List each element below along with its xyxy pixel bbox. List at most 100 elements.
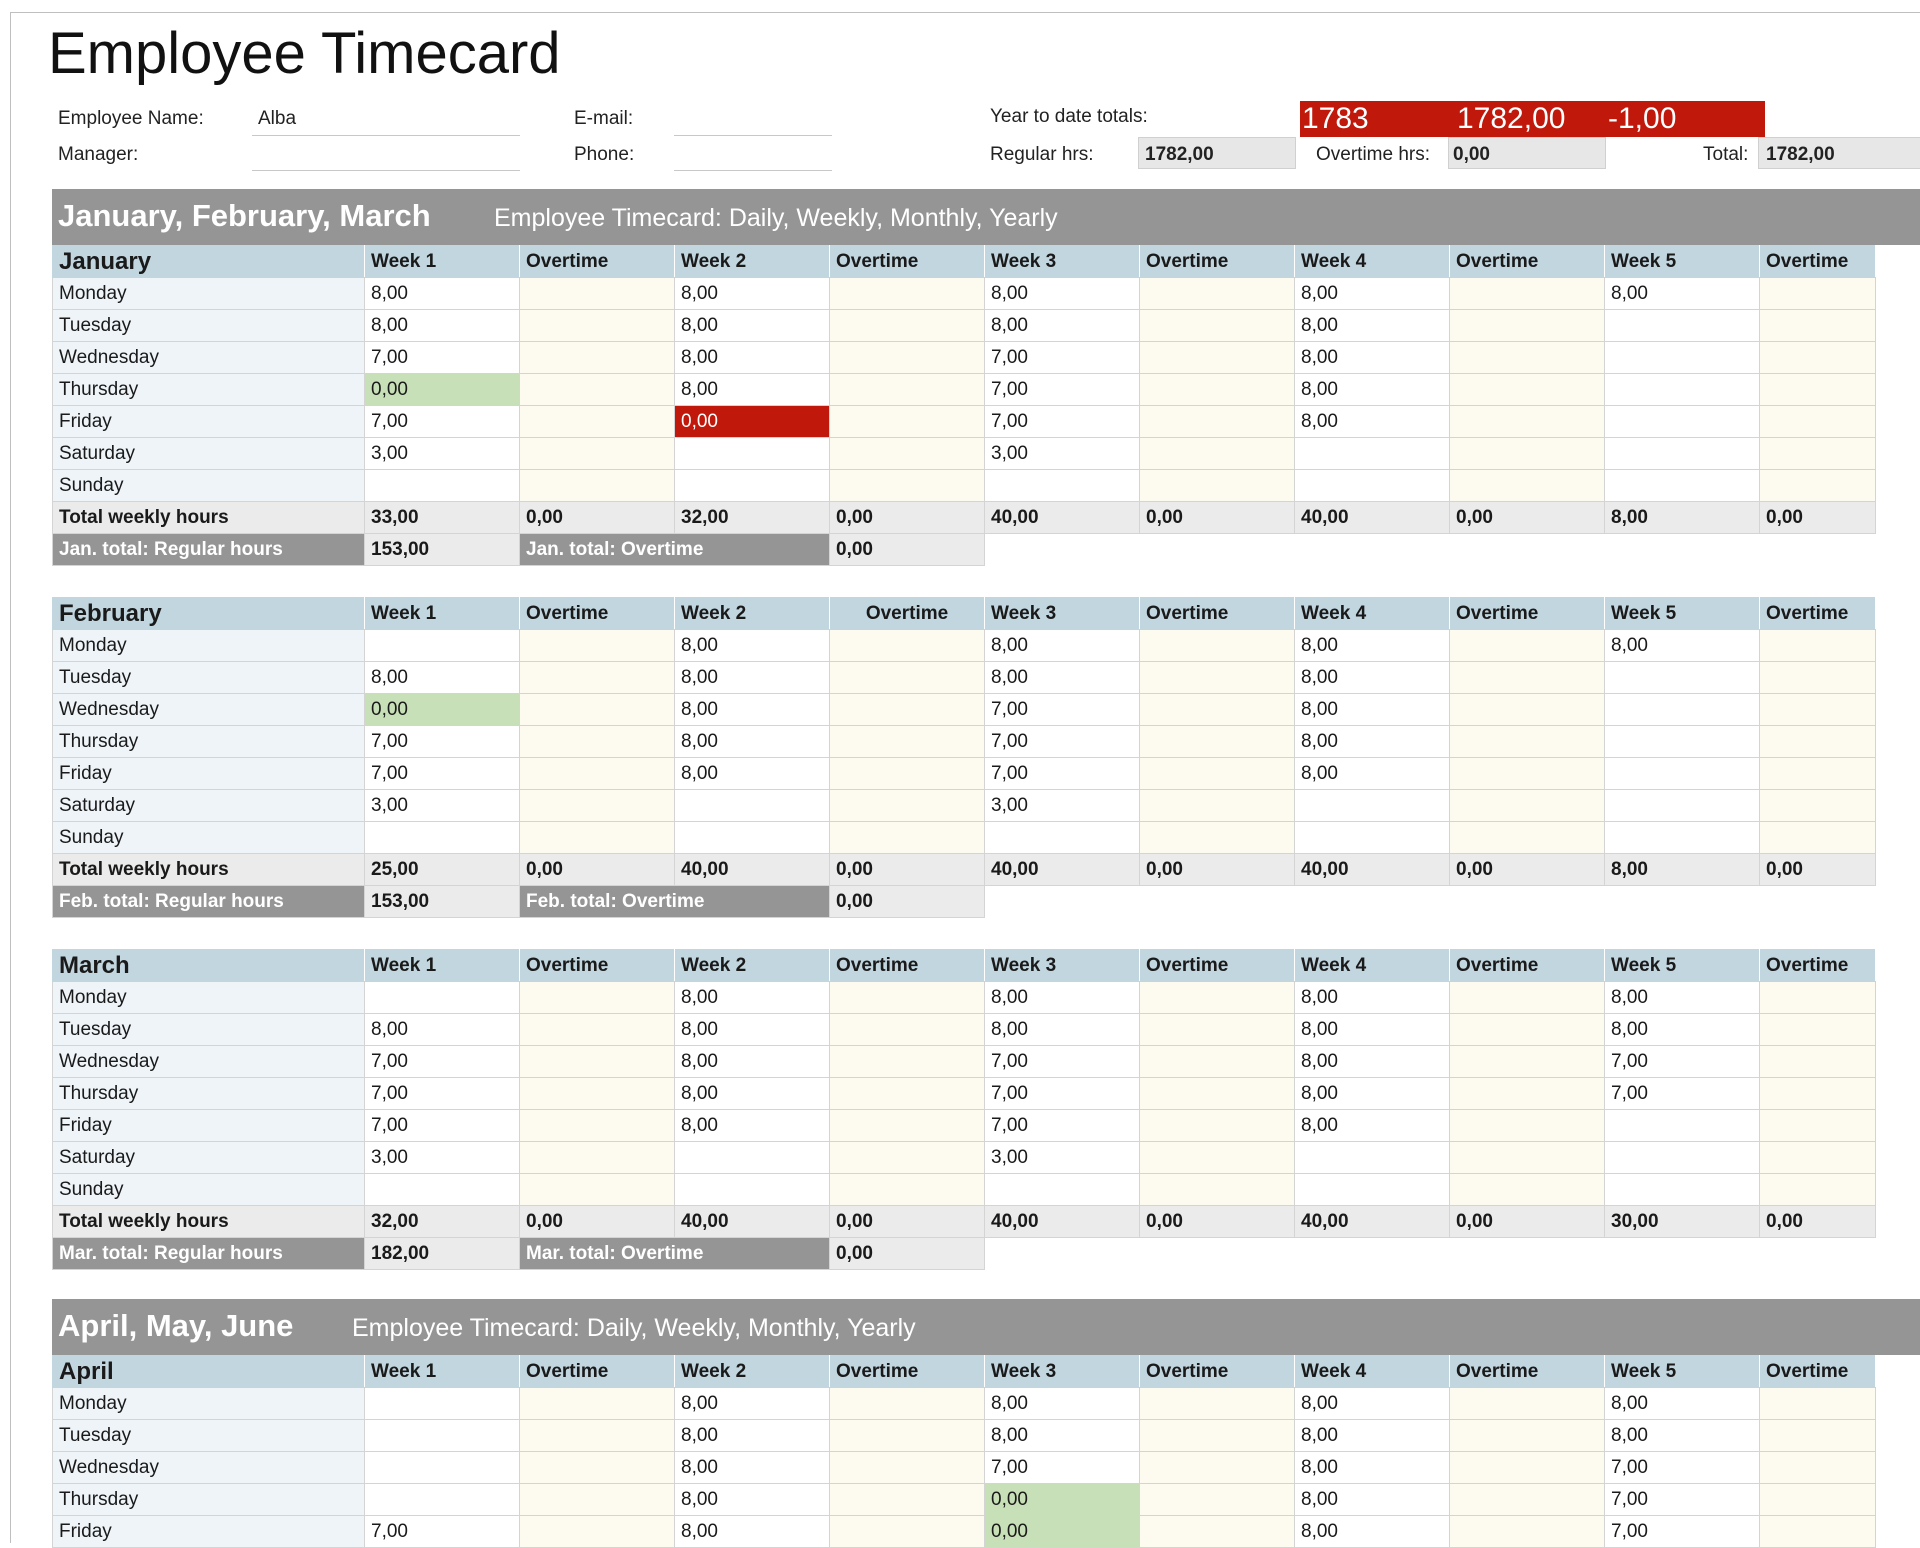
overtime-cell[interactable] bbox=[519, 1077, 675, 1110]
hours-cell[interactable]: 7,00 bbox=[984, 693, 1140, 726]
overtime-cell[interactable] bbox=[519, 309, 675, 342]
overtime-cell[interactable] bbox=[519, 1013, 675, 1046]
overtime-cell[interactable] bbox=[1759, 1515, 1876, 1548]
overtime-cell[interactable] bbox=[1139, 309, 1295, 342]
overtime-cell[interactable] bbox=[1449, 789, 1605, 822]
overtime-cell[interactable] bbox=[519, 1387, 675, 1420]
hours-cell[interactable]: 8,00 bbox=[1604, 1387, 1760, 1420]
overtime-cell[interactable] bbox=[1759, 1483, 1876, 1516]
overtime-cell[interactable] bbox=[829, 373, 985, 406]
hours-cell[interactable]: 8,00 bbox=[674, 1515, 830, 1548]
overtime-cell[interactable] bbox=[519, 725, 675, 758]
overtime-cell[interactable] bbox=[1139, 1451, 1295, 1484]
hours-cell[interactable] bbox=[1604, 469, 1760, 502]
overtime-cell[interactable] bbox=[829, 309, 985, 342]
hours-cell[interactable]: 8,00 bbox=[1604, 1013, 1760, 1046]
overtime-cell[interactable] bbox=[829, 341, 985, 374]
overtime-cell[interactable] bbox=[519, 661, 675, 694]
hours-cell[interactable]: 3,00 bbox=[364, 437, 520, 470]
hours-cell[interactable]: 8,00 bbox=[1294, 1451, 1450, 1484]
overtime-cell[interactable] bbox=[829, 821, 985, 854]
hours-cell[interactable] bbox=[364, 1483, 520, 1516]
overtime-cell[interactable] bbox=[1449, 1173, 1605, 1206]
hours-cell[interactable]: 8,00 bbox=[674, 629, 830, 662]
hours-cell[interactable]: 8,00 bbox=[674, 1387, 830, 1420]
hours-cell[interactable] bbox=[1604, 1109, 1760, 1142]
hours-cell[interactable]: 8,00 bbox=[984, 1387, 1140, 1420]
hours-cell[interactable]: 8,00 bbox=[364, 309, 520, 342]
hours-cell[interactable] bbox=[984, 821, 1140, 854]
overtime-cell[interactable] bbox=[829, 1451, 985, 1484]
overtime-cell[interactable] bbox=[1759, 693, 1876, 726]
overtime-cell[interactable] bbox=[829, 725, 985, 758]
overtime-cell[interactable] bbox=[519, 1515, 675, 1548]
hours-cell[interactable]: 8,00 bbox=[674, 661, 830, 694]
overtime-cell[interactable] bbox=[1449, 661, 1605, 694]
hours-cell[interactable]: 8,00 bbox=[1604, 1419, 1760, 1452]
overtime-cell[interactable] bbox=[1449, 1013, 1605, 1046]
overtime-cell[interactable] bbox=[829, 1013, 985, 1046]
overtime-cell[interactable] bbox=[1759, 725, 1876, 758]
hours-cell[interactable] bbox=[364, 1451, 520, 1484]
overtime-cell[interactable] bbox=[829, 661, 985, 694]
overtime-cell[interactable] bbox=[1449, 821, 1605, 854]
overtime-cell[interactable] bbox=[829, 1045, 985, 1078]
overtime-cell[interactable] bbox=[1759, 373, 1876, 406]
overtime-cell[interactable] bbox=[1759, 341, 1876, 374]
hours-cell[interactable]: 8,00 bbox=[1294, 725, 1450, 758]
hours-cell[interactable] bbox=[1604, 1141, 1760, 1174]
overtime-cell[interactable] bbox=[829, 437, 985, 470]
hours-cell[interactable] bbox=[1604, 437, 1760, 470]
overtime-cell[interactable] bbox=[1759, 757, 1876, 790]
overtime-cell[interactable] bbox=[519, 341, 675, 374]
hours-cell[interactable] bbox=[1294, 1173, 1450, 1206]
overtime-cell[interactable] bbox=[1139, 437, 1295, 470]
hours-cell[interactable]: 7,00 bbox=[984, 405, 1140, 438]
email-field[interactable] bbox=[674, 107, 832, 136]
hours-cell[interactable] bbox=[1604, 757, 1760, 790]
overtime-cell[interactable] bbox=[829, 1483, 985, 1516]
overtime-cell[interactable] bbox=[519, 437, 675, 470]
hours-cell[interactable] bbox=[674, 821, 830, 854]
overtime-cell[interactable] bbox=[1449, 469, 1605, 502]
hours-cell[interactable]: 8,00 bbox=[1604, 981, 1760, 1014]
hours-cell[interactable]: 8,00 bbox=[1604, 277, 1760, 310]
hours-cell[interactable]: 3,00 bbox=[984, 437, 1140, 470]
hours-cell[interactable]: 8,00 bbox=[1294, 661, 1450, 694]
hours-cell[interactable]: 8,00 bbox=[1294, 1419, 1450, 1452]
overtime-cell[interactable] bbox=[519, 277, 675, 310]
overtime-cell[interactable] bbox=[1139, 341, 1295, 374]
overtime-cell[interactable] bbox=[519, 693, 675, 726]
overtime-cell[interactable] bbox=[1759, 1451, 1876, 1484]
overtime-cell[interactable] bbox=[519, 981, 675, 1014]
hours-cell[interactable]: 7,00 bbox=[984, 1077, 1140, 1110]
hours-cell[interactable] bbox=[674, 469, 830, 502]
hours-cell[interactable]: 0,00 bbox=[364, 693, 520, 726]
overtime-cell[interactable] bbox=[519, 1419, 675, 1452]
hours-cell[interactable]: 8,00 bbox=[984, 1419, 1140, 1452]
overtime-cell[interactable] bbox=[1449, 437, 1605, 470]
hours-cell[interactable]: 7,00 bbox=[1604, 1045, 1760, 1078]
hours-cell[interactable]: 8,00 bbox=[674, 1483, 830, 1516]
overtime-cell[interactable] bbox=[1759, 821, 1876, 854]
overtime-cell[interactable] bbox=[1139, 1419, 1295, 1452]
hours-cell[interactable]: 8,00 bbox=[1294, 341, 1450, 374]
hours-cell[interactable] bbox=[984, 1173, 1140, 1206]
overtime-cell[interactable] bbox=[829, 1419, 985, 1452]
hours-cell[interactable]: 8,00 bbox=[674, 341, 830, 374]
hours-cell[interactable] bbox=[674, 437, 830, 470]
hours-cell[interactable] bbox=[1604, 309, 1760, 342]
overtime-cell[interactable] bbox=[519, 1045, 675, 1078]
phone-field[interactable] bbox=[674, 142, 832, 171]
overtime-cell[interactable] bbox=[1139, 821, 1295, 854]
overtime-cell[interactable] bbox=[1139, 1045, 1295, 1078]
hours-cell[interactable]: 7,00 bbox=[984, 341, 1140, 374]
hours-cell[interactable] bbox=[674, 789, 830, 822]
hours-cell[interactable]: 8,00 bbox=[1604, 629, 1760, 662]
overtime-cell[interactable] bbox=[1759, 1173, 1876, 1206]
overtime-cell[interactable] bbox=[829, 629, 985, 662]
overtime-cell[interactable] bbox=[1139, 277, 1295, 310]
hours-cell[interactable]: 0,00 bbox=[364, 373, 520, 406]
hours-cell[interactable]: 8,00 bbox=[1294, 693, 1450, 726]
hours-cell[interactable]: 8,00 bbox=[674, 309, 830, 342]
